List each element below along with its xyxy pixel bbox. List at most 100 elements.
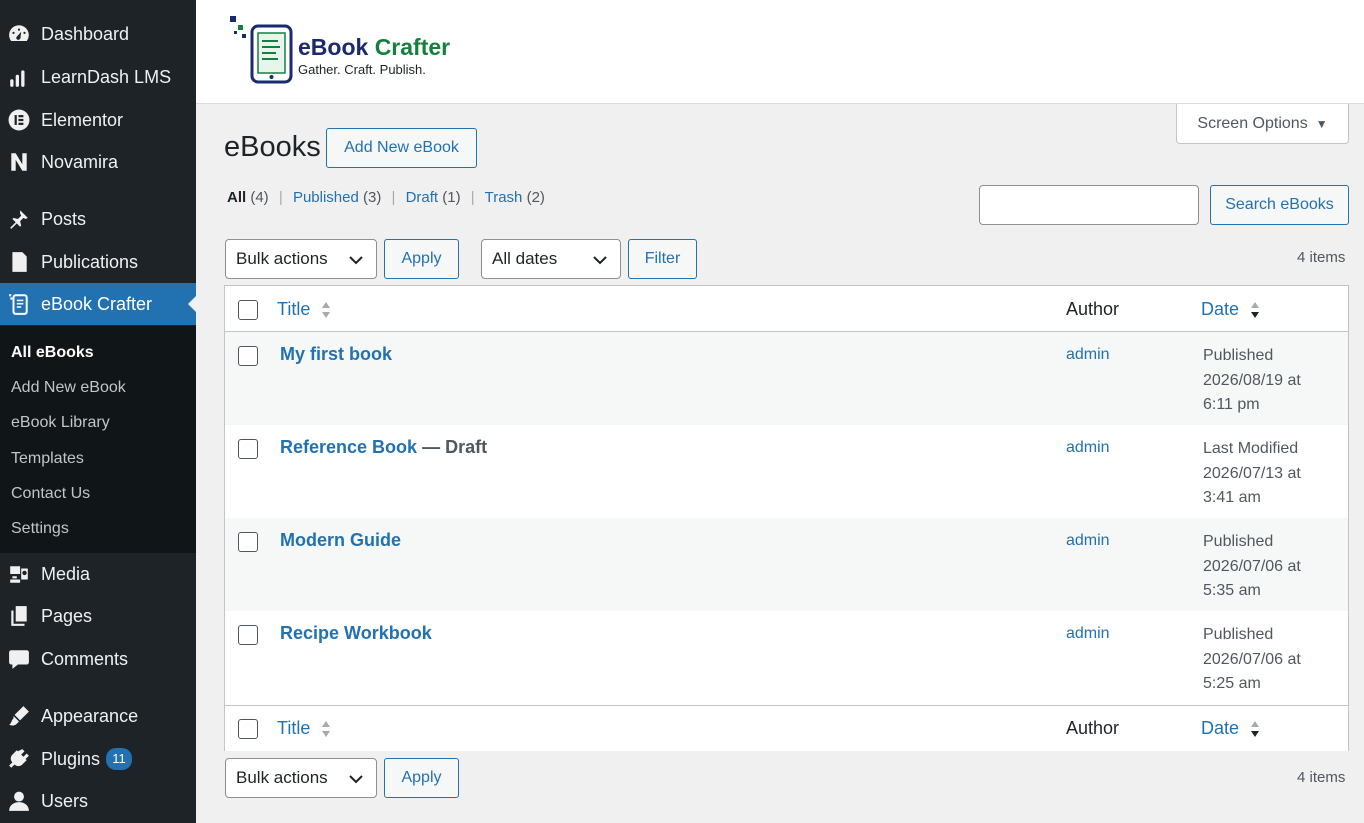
column-date-sortable[interactable]: Date <box>1201 299 1260 320</box>
filter-separator: | <box>278 189 283 206</box>
sidebar-item-elementor[interactable]: Elementor <box>0 99 196 141</box>
pages-icon <box>7 604 31 628</box>
select-all-checkbox[interactable] <box>238 300 258 320</box>
sidebar-item-media[interactable]: Media <box>0 553 196 595</box>
add-new-ebook-button[interactable]: Add New eBook <box>326 128 477 168</box>
sort-icon <box>322 721 331 738</box>
row-date-status: Published <box>1203 626 1274 643</box>
apply-button-top[interactable]: Apply <box>384 239 459 279</box>
sidebar-item-label: Users <box>41 790 89 811</box>
column-title-sortable[interactable]: Title <box>277 299 331 320</box>
search-input[interactable] <box>979 185 1199 225</box>
column-date-sortable-bottom[interactable]: Date <box>1201 718 1260 739</box>
screen-options-label: Screen Options <box>1197 114 1308 132</box>
submenu-settings[interactable]: Settings <box>11 520 69 538</box>
bulk-actions-value: Bulk actions <box>236 768 328 787</box>
ebook-crafter-logo: eBook Crafter Gather. Craft. Publish. <box>230 16 450 84</box>
apply-button-bottom[interactable]: Apply <box>384 758 459 798</box>
row-checkbox[interactable] <box>238 439 258 459</box>
row-author-link[interactable]: admin <box>1066 439 1110 457</box>
sidebar-item-novamira[interactable]: Novamira <box>0 141 196 183</box>
row-date-line2: 5:25 am <box>1203 675 1261 692</box>
sidebar-item-label: Elementor <box>41 109 124 130</box>
row-date-status: Published <box>1203 347 1274 364</box>
ebooks-table: Title Author Date My first book admin Pu… <box>224 285 1349 751</box>
row-date-status: Published <box>1203 533 1274 550</box>
users-icon <box>7 789 31 813</box>
row-title-link[interactable]: Modern Guide <box>280 530 401 550</box>
row-author-link[interactable]: admin <box>1066 625 1110 643</box>
select-all-checkbox-bottom[interactable] <box>238 719 258 739</box>
items-count-top: 4 items <box>1297 249 1346 266</box>
admin-sidebar: Dashboard LearnDash LMS Elementor Novami… <box>0 0 196 823</box>
sidebar-item-dashboard[interactable]: Dashboard <box>0 13 196 55</box>
sidebar-item-posts[interactable]: Posts <box>0 198 196 240</box>
filter-trash-count: (2) <box>526 189 545 206</box>
filter-all[interactable]: All <box>227 189 246 206</box>
submenu-all-ebooks[interactable]: All eBooks <box>11 344 94 362</box>
search-ebooks-button[interactable]: Search eBooks <box>1210 185 1349 225</box>
sidebar-item-comments[interactable]: Comments <box>0 638 196 680</box>
submenu-ebook-library[interactable]: eBook Library <box>11 414 110 432</box>
filter-draft[interactable]: Draft <box>406 189 439 206</box>
submenu-contact-us[interactable]: Contact Us <box>11 485 90 503</box>
sidebar-item-users[interactable]: Users <box>0 780 196 822</box>
ebook-icon <box>7 292 31 316</box>
row-checkbox[interactable] <box>238 346 258 366</box>
bulk-actions-select-bottom[interactable]: Bulk actions <box>225 758 377 798</box>
plugins-update-badge: 11 <box>106 748 133 770</box>
row-checkbox[interactable] <box>238 532 258 552</box>
sidebar-item-label: Novamira <box>41 151 119 172</box>
column-date-label: Date <box>1201 718 1240 738</box>
bulk-actions-value: Bulk actions <box>236 249 328 268</box>
row-author-link[interactable]: admin <box>1066 532 1110 550</box>
pin-icon <box>7 207 31 231</box>
sidebar-item-label: Pages <box>41 605 93 626</box>
column-date-label: Date <box>1201 299 1240 319</box>
logo-word-crafter: Crafter <box>374 33 451 60</box>
date-filter-select[interactable]: All dates <box>481 239 621 279</box>
filter-trash[interactable]: Trash <box>485 189 523 206</box>
sort-icon <box>322 302 331 319</box>
filter-separator: | <box>391 189 396 206</box>
date-filter-value: All dates <box>492 249 558 268</box>
row-state: — Draft <box>417 437 488 457</box>
sidebar-item-pages[interactable]: Pages <box>0 595 196 637</box>
column-title-sortable-bottom[interactable]: Title <box>277 718 331 739</box>
caret-down-icon: ▼ <box>1315 116 1328 131</box>
table-row: My first book admin Published 2026/08/19… <box>225 332 1348 425</box>
filter-all-count: (4) <box>250 189 269 206</box>
publications-icon <box>7 250 31 274</box>
sidebar-item-appearance[interactable]: Appearance <box>0 695 196 737</box>
row-date-line1: 2026/08/19 at <box>1203 371 1301 389</box>
filter-published[interactable]: Published <box>293 189 359 206</box>
sidebar-item-publications[interactable]: Publications <box>0 241 196 283</box>
chevron-down-icon <box>593 256 607 265</box>
filter-button[interactable]: Filter <box>628 239 697 279</box>
bulk-actions-select-top[interactable]: Bulk actions <box>225 239 377 279</box>
sidebar-item-ebook-crafter[interactable]: eBook Crafter <box>0 283 196 325</box>
plugin-header: eBook Crafter Gather. Craft. Publish. <box>196 0 1364 104</box>
row-checkbox[interactable] <box>238 625 258 645</box>
row-title-link[interactable]: My first book <box>280 344 392 364</box>
sidebar-item-label: Posts <box>41 208 87 229</box>
submenu-templates[interactable]: Templates <box>11 450 84 468</box>
row-author-link[interactable]: admin <box>1066 346 1110 364</box>
sidebar-item-learndash[interactable]: LearnDash LMS <box>0 56 196 98</box>
screen-options-button[interactable]: Screen Options ▼ <box>1176 104 1349 144</box>
row-date-line1: 2026/07/06 at <box>1203 557 1301 575</box>
dashboard-icon <box>7 22 31 46</box>
status-filter-links: All (4) | Published (3) | Draft (1) | Tr… <box>227 189 545 206</box>
row-title-link[interactable]: Reference Book <box>280 437 417 457</box>
sidebar-item-label: Media <box>41 563 91 584</box>
row-date-line2: 3:41 am <box>1203 489 1261 506</box>
sidebar-item-plugins[interactable]: Plugins 11 <box>0 738 196 780</box>
table-footer: Title Author Date <box>225 705 1348 751</box>
learndash-icon <box>7 65 31 89</box>
comments-icon <box>7 647 31 671</box>
table-row: Recipe Workbook admin Published 2026/07/… <box>225 611 1348 704</box>
submenu-add-new-ebook[interactable]: Add New eBook <box>11 379 126 397</box>
column-author-label: Author <box>1066 299 1120 319</box>
filter-published-count: (3) <box>363 189 382 206</box>
row-title-link[interactable]: Recipe Workbook <box>280 623 432 643</box>
